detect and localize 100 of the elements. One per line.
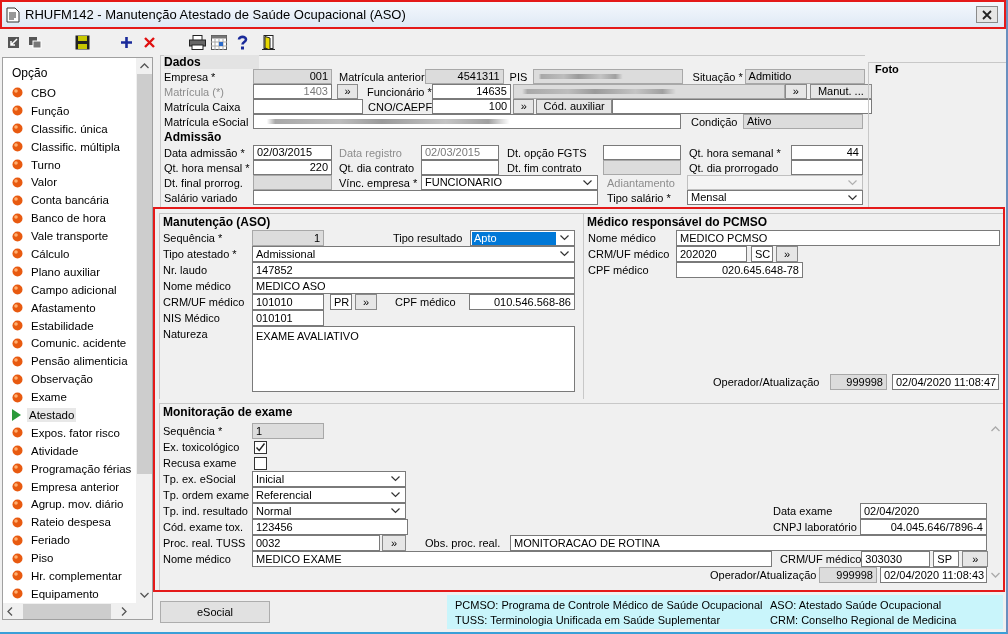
- checkbox[interactable]: [254, 456, 267, 470]
- calendar-icon[interactable]: [211, 34, 227, 50]
- sidebar-item[interactable]: Rateio despesa: [29, 515, 113, 530]
- scroll-right-icon[interactable]: [121, 606, 127, 616]
- text-field[interactable]: 020.645.648-78: [676, 262, 803, 279]
- text-field[interactable]: Admitido: [744, 69, 865, 84]
- sidebar-item[interactable]: CBO: [29, 85, 58, 100]
- sidebar-item[interactable]: Atividade: [29, 443, 81, 458]
- text-field[interactable]: 1: [252, 423, 324, 440]
- sidebar-item[interactable]: Valor: [29, 175, 59, 190]
- checkbox[interactable]: [254, 440, 267, 454]
- redacted-field[interactable]: [512, 84, 785, 99]
- text-field[interactable]: [253, 190, 598, 205]
- sidebar-item[interactable]: Estabilidade: [29, 318, 96, 333]
- form-button[interactable]: »: [513, 99, 535, 114]
- sidebar-item[interactable]: Cálculo: [29, 246, 72, 261]
- scroll-up-icon[interactable]: [139, 63, 149, 69]
- help-icon[interactable]: [237, 34, 248, 50]
- sidebar-item[interactable]: Piso: [29, 551, 56, 566]
- sidebar-item[interactable]: Campo adicional: [29, 282, 119, 297]
- sidebar-item[interactable]: Equipamento: [29, 586, 101, 601]
- text-field[interactable]: [253, 99, 363, 114]
- text-field[interactable]: 010101: [252, 310, 324, 327]
- sidebar-item[interactable]: Observação: [29, 372, 95, 387]
- horizontal-scrollbar[interactable]: [3, 603, 152, 619]
- delete-icon[interactable]: [144, 36, 155, 48]
- sidebar-item[interactable]: Vale transporte: [29, 229, 111, 244]
- text-field[interactable]: 02/04/2020 11:08:43: [880, 567, 987, 584]
- dropdown[interactable]: Mensal: [687, 190, 863, 205]
- form-button[interactable]: »: [382, 535, 406, 552]
- text-field[interactable]: 123456: [252, 519, 408, 536]
- text-field[interactable]: PR: [330, 294, 352, 311]
- exit-door-icon[interactable]: [262, 34, 275, 50]
- window-arrow-icon[interactable]: [7, 35, 20, 49]
- sidebar-item[interactable]: Programação férias: [29, 461, 134, 476]
- dropdown[interactable]: Apto: [470, 230, 575, 247]
- sidebar-item[interactable]: Agrup. mov. diário: [29, 497, 126, 512]
- scroll-left-icon[interactable]: [7, 606, 13, 616]
- sidebar-item[interactable]: Classific. múltipla: [29, 139, 122, 154]
- text-field[interactable]: 14635: [431, 84, 511, 99]
- text-field[interactable]: 220: [253, 160, 332, 175]
- text-field[interactable]: 100: [432, 99, 512, 114]
- text-field[interactable]: MEDICO PCMSO: [676, 230, 1000, 247]
- text-field[interactable]: 4541311: [424, 69, 504, 84]
- text-field[interactable]: 999998: [819, 567, 877, 584]
- sidebar-item[interactable]: Plano auxiliar: [29, 264, 103, 279]
- text-field[interactable]: 202020: [676, 246, 747, 263]
- sidebar-item[interactable]: Afastamento: [29, 300, 98, 315]
- form-button[interactable]: »: [337, 84, 358, 99]
- scroll-down-icon[interactable]: [139, 592, 149, 598]
- text-area[interactable]: EXAME AVALIATIVO: [252, 326, 575, 393]
- text-field[interactable]: 001: [253, 69, 332, 84]
- form-button[interactable]: »: [355, 294, 377, 311]
- sidebar-item[interactable]: Atestado: [27, 407, 77, 422]
- text-field[interactable]: SP: [933, 551, 960, 568]
- sidebar-item[interactable]: Exame: [29, 390, 69, 405]
- text-field[interactable]: 147852: [252, 262, 575, 279]
- dropdown[interactable]: Referencial: [252, 487, 406, 504]
- text-field[interactable]: 303030: [861, 551, 931, 568]
- sidebar-item[interactable]: Expos. fator risco: [29, 425, 122, 440]
- text-field[interactable]: 999998: [830, 374, 887, 391]
- sidebar-item[interactable]: Função: [29, 103, 72, 118]
- text-field[interactable]: MEDICO EXAME: [252, 551, 772, 568]
- text-field[interactable]: 04.045.646/7896-4: [860, 519, 987, 536]
- sidebar-item[interactable]: Turno: [29, 157, 63, 172]
- close-button[interactable]: [976, 6, 998, 23]
- sidebar-item[interactable]: Comunic. acidente: [29, 336, 129, 351]
- sidebar-item[interactable]: Classific. única: [29, 121, 110, 136]
- add-icon[interactable]: [121, 36, 132, 48]
- text-field[interactable]: MEDICO ASO: [252, 278, 575, 295]
- text-field[interactable]: 02/04/2020 11:08:47: [892, 374, 999, 391]
- form-button[interactable]: »: [776, 246, 798, 263]
- text-field[interactable]: [612, 99, 873, 114]
- text-field[interactable]: 44: [791, 145, 863, 160]
- sidebar-item[interactable]: Hr. complementar: [29, 569, 124, 583]
- printer-icon[interactable]: [189, 34, 206, 50]
- cascade-windows-icon[interactable]: [28, 35, 42, 49]
- dropdown[interactable]: Normal: [252, 503, 406, 520]
- sidebar-item[interactable]: Feriado: [29, 533, 72, 548]
- redacted-field[interactable]: [532, 69, 683, 84]
- form-button[interactable]: Manut. ...: [809, 84, 872, 99]
- sidebar-item[interactable]: Empresa anterior: [29, 479, 122, 494]
- form-button[interactable]: Cód. auxiliar: [536, 99, 613, 114]
- text-field[interactable]: [791, 160, 863, 175]
- dropdown[interactable]: Admissional: [252, 246, 575, 263]
- text-field[interactable]: [603, 160, 681, 175]
- redacted-field[interactable]: [253, 114, 681, 129]
- form-button[interactable]: »: [784, 84, 807, 99]
- form-button[interactable]: »: [962, 551, 989, 568]
- text-field[interactable]: MONITORACAO DE ROTINA: [510, 535, 987, 552]
- sidebar-item[interactable]: Pensão alimenticia: [29, 354, 130, 369]
- sidebar-item[interactable]: Conta bancária: [29, 193, 111, 208]
- text-field[interactable]: [603, 145, 681, 160]
- dropdown[interactable]: Inicial: [252, 471, 406, 488]
- text-field[interactable]: [253, 175, 332, 190]
- save-icon[interactable]: [75, 34, 90, 50]
- text-field[interactable]: 02/03/2015: [253, 145, 332, 160]
- esocial-button[interactable]: eSocial: [160, 601, 270, 624]
- text-field[interactable]: 010.546.568-86: [469, 294, 575, 311]
- text-field[interactable]: [421, 160, 499, 175]
